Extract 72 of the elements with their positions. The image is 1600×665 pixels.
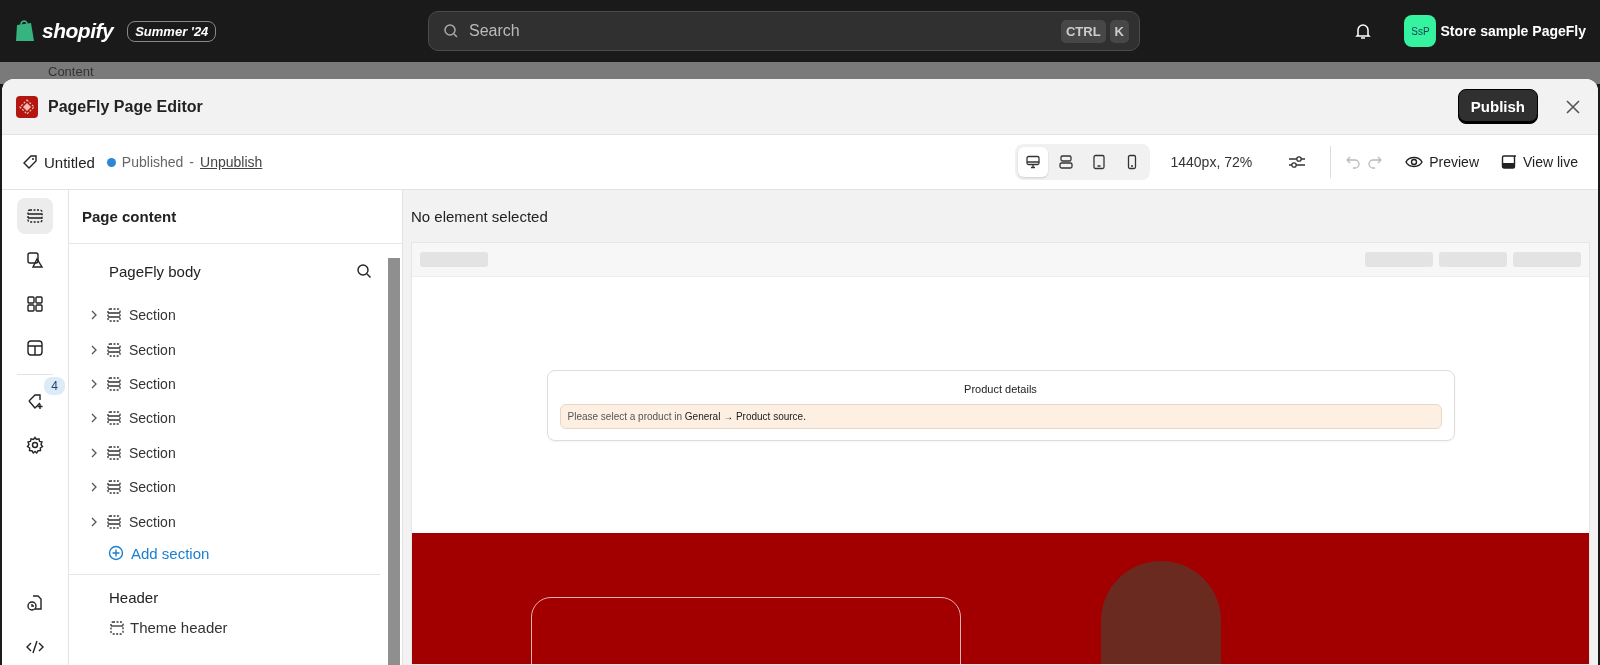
editor-title: PageFly Page Editor <box>48 97 203 116</box>
section-icon <box>106 307 122 324</box>
view-live-button[interactable]: View live <box>1501 154 1578 170</box>
addons-icon <box>25 391 45 411</box>
chevron-icon[interactable] <box>89 344 99 355</box>
card-title: Product details <box>963 382 1038 395</box>
section-icon <box>106 341 122 358</box>
shortcut-key: K <box>1109 19 1129 43</box>
shortcut-key: CTRL <box>1060 19 1106 43</box>
bell-icon[interactable] <box>1354 22 1373 40</box>
count-badge: 4 <box>44 377 65 395</box>
search-icon <box>443 23 459 39</box>
laptop-icon <box>1058 154 1075 170</box>
section-icon <box>106 375 122 392</box>
history-icon <box>25 593 45 613</box>
store-name[interactable]: Store sample PageFly <box>1440 23 1586 39</box>
desktop-view-button[interactable] <box>1018 147 1049 177</box>
shopping-bag-icon <box>14 19 36 43</box>
selection-status: No element selected <box>411 207 549 227</box>
tag-icon <box>22 154 38 170</box>
section-icon <box>106 513 122 530</box>
settings-icon <box>25 435 45 455</box>
grid-icon <box>25 294 45 314</box>
chevron-icon[interactable] <box>89 447 99 458</box>
sections-tool-button[interactable] <box>17 198 53 234</box>
status-dot <box>106 157 116 167</box>
preview-button[interactable]: Preview <box>1405 154 1479 170</box>
notice-message: Please select a product in General → Product source. <box>559 403 1442 429</box>
chevron-icon[interactable] <box>89 516 99 527</box>
layout-icon <box>25 338 45 358</box>
store-window-icon <box>1501 154 1517 170</box>
eye-icon <box>1405 155 1424 169</box>
chevron-icon[interactable] <box>89 413 99 424</box>
section-tree-item[interactable]: Section <box>69 435 388 470</box>
plus-circle-icon <box>108 545 124 562</box>
sliders-icon[interactable] <box>1288 154 1307 170</box>
search-input[interactable]: Search <box>467 21 1053 41</box>
header-icon <box>109 619 125 636</box>
section-icon <box>106 479 122 496</box>
pagefly-logo-icon <box>16 95 38 118</box>
unpublish-link[interactable]: Unpublish <box>200 154 263 170</box>
media-icon <box>25 250 45 270</box>
search-icon[interactable] <box>356 263 372 279</box>
tree-heading: Header <box>108 587 160 608</box>
logo-text: shopify <box>42 19 114 43</box>
tree-heading: PageFly body <box>109 262 201 280</box>
close-icon[interactable] <box>1566 99 1580 114</box>
desktop-icon <box>1025 154 1042 170</box>
section-tree-item[interactable]: Section <box>69 401 388 436</box>
edition-badge: Summer '24 <box>127 20 217 42</box>
section-tree-item[interactable]: Section <box>69 504 388 539</box>
page-name[interactable]: Untitled <box>44 153 95 171</box>
tablet-icon <box>1091 154 1108 170</box>
section-icon <box>106 444 122 461</box>
section-tree-item[interactable]: Section <box>69 298 388 333</box>
section-tree-item[interactable]: Section <box>69 366 388 402</box>
section-tree-item[interactable]: Section <box>69 332 388 367</box>
separator-text: - <box>189 154 195 170</box>
chevron-icon[interactable] <box>89 378 99 389</box>
chevron-icon[interactable] <box>89 310 99 321</box>
store-avatar[interactable]: SsP <box>1404 15 1437 47</box>
section-tree-item[interactable]: Section <box>69 469 388 505</box>
search-field[interactable]: Search CTRL K <box>428 11 1140 51</box>
sections-icon <box>25 206 45 226</box>
viewport-size: 1440px, 72% <box>1170 154 1253 170</box>
section-icon <box>106 410 122 427</box>
theme-header-tree-item[interactable]: Theme header <box>69 612 388 643</box>
chevron-icon[interactable] <box>89 482 99 493</box>
publish-status: Published <box>121 154 184 170</box>
panel-title: Page content <box>69 190 402 244</box>
add-section-button[interactable]: Add section <box>69 538 210 568</box>
publish-button[interactable]: Publish <box>1457 89 1538 124</box>
